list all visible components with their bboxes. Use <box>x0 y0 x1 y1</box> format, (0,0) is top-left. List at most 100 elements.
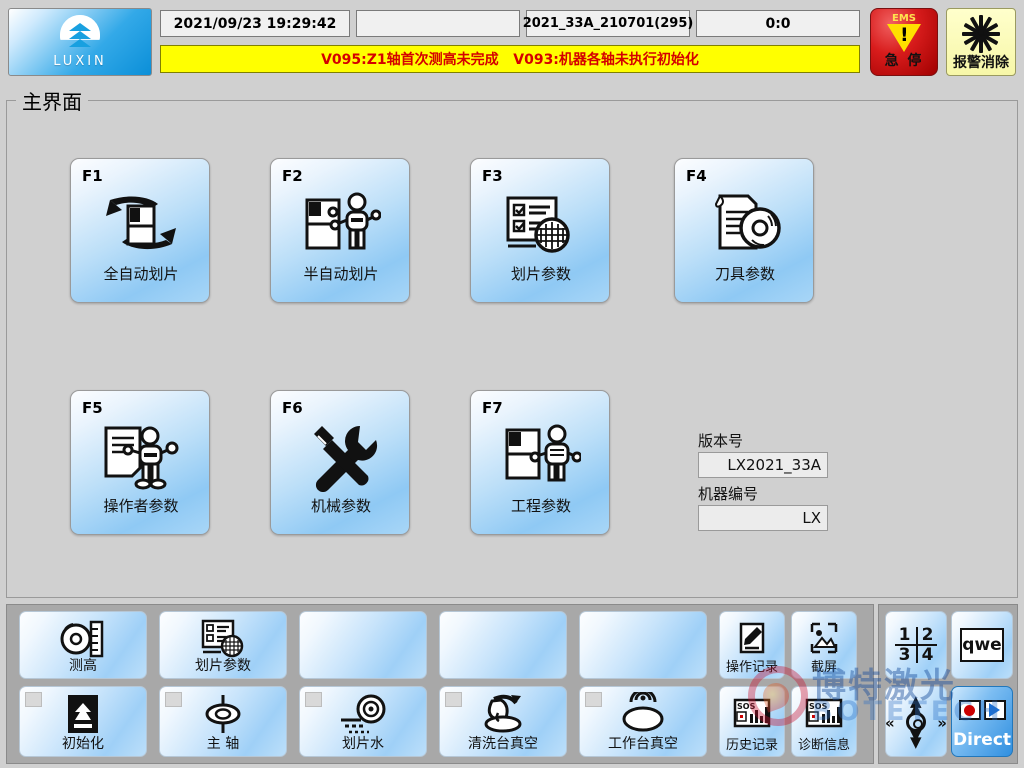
direct-record-play-icon <box>952 695 1012 725</box>
tile-f1-auto-dicing[interactable]: F1 全自动划片 <box>70 158 210 303</box>
tile-f5-operator-params[interactable]: F5 操作者参数 <box>70 390 210 535</box>
spindle-icon <box>160 691 286 737</box>
starburst-icon <box>959 12 1003 53</box>
numeric-keypad-icon: 1 2 3 4 <box>886 612 946 678</box>
wrench-screwdriver-icon <box>271 417 411 497</box>
auto-dicing-icon <box>71 185 211 265</box>
initialize-icon <box>20 691 146 737</box>
warning-triangle-icon <box>887 24 921 52</box>
tile-key: F2 <box>282 167 303 185</box>
toolbar-button-empty-2[interactable] <box>439 611 567 679</box>
tile-f7-engineering-params[interactable]: F7 工程参数 <box>470 390 610 535</box>
clean-table-vacuum-icon <box>440 691 566 737</box>
input-panel: 1 2 3 4 qwe ▲ ▲ ▼ ▼ « » Direct <box>878 604 1018 764</box>
svg-text:SOS: SOS <box>737 702 756 711</box>
alarm-message-bar: V095:Z1轴首次测高未完成 V093:机器各轴未执行初始化 <box>160 45 860 73</box>
toolbar-button-initialize[interactable]: 初始化 <box>19 686 147 757</box>
toolbar-button-history-log[interactable]: SOS 历史记录 <box>719 686 785 757</box>
tile-f4-blade-params[interactable]: F4 刀具参数 <box>674 158 814 303</box>
toolbar-button-label: 历史记录 <box>725 738 778 753</box>
direct-mode-button[interactable]: Direct <box>951 686 1013 757</box>
toolbar-button-label: 截屏 <box>810 660 837 675</box>
toolbar-button-operation-log[interactable]: 操作记录 <box>719 611 785 679</box>
keypad-key-4: 4 <box>921 645 934 665</box>
toolbar-button-clean-table-vacuum[interactable]: 清洗台真空 <box>439 686 567 757</box>
company-logo: LUXIN <box>8 8 152 76</box>
status-field-blank <box>356 10 520 37</box>
page-title: 主界面 <box>16 86 88 115</box>
hmi-screen: LUXIN 2021/09/23 19:29:42 2021_33A_21070… <box>0 0 1024 768</box>
toolbar-button-label: 划片水 <box>342 736 384 752</box>
jog-dpad-button[interactable]: ▲ ▲ ▼ ▼ « » <box>885 686 947 757</box>
alarm-clear-label: 报警消除 <box>953 55 1009 71</box>
record-icon <box>958 700 981 720</box>
tile-label: 机械参数 <box>310 497 371 515</box>
sos-chart-icon: SOS <box>720 691 784 737</box>
tile-f2-semi-auto-dicing[interactable]: F2 半自动划片 <box>270 158 410 303</box>
counter-field: 0:0 <box>696 10 860 37</box>
toolbar-button-label: 工作台真空 <box>608 736 678 752</box>
semi-auto-dicing-icon <box>271 185 411 265</box>
tile-label: 操作者参数 <box>103 497 179 515</box>
keypad-key-1: 1 <box>898 625 911 645</box>
keypad-key-3: 3 <box>898 645 911 665</box>
datetime-field: 2021/09/23 19:29:42 <box>160 10 350 37</box>
svg-text:SOS: SOS <box>809 702 828 711</box>
toolbar-button-work-table-vacuum[interactable]: 工作台真空 <box>579 686 707 757</box>
toolbar-button-empty-3[interactable] <box>579 611 707 679</box>
dicing-params-icon <box>471 185 611 265</box>
alarm-clear-button[interactable]: 报警消除 <box>946 8 1016 76</box>
version-label: 版本号 <box>698 432 744 450</box>
recipe-name-field: 2021_33A_210701(295) <box>523 10 693 37</box>
keypad-key-2: 2 <box>921 625 934 645</box>
play-icon <box>983 700 1006 720</box>
qwe-keyboard-icon: qwe <box>952 612 1012 678</box>
version-value-field: LX2021_33A <box>698 452 828 478</box>
toolbar-button-label: 测高 <box>69 658 97 674</box>
tile-label: 工程参数 <box>510 497 571 515</box>
toolbar-button-label: 主 轴 <box>206 736 240 752</box>
toolbar-button-screenshot[interactable]: 截屏 <box>791 611 857 679</box>
toolbar-button-label: 清洗台真空 <box>468 736 538 752</box>
tile-label: 半自动划片 <box>303 265 379 283</box>
ems-top-label: EMS <box>892 13 916 24</box>
emergency-stop-button[interactable]: EMS 急 停 <box>870 8 938 76</box>
toolbar-button-empty-1[interactable] <box>299 611 427 679</box>
dpad-icon: ▲ ▲ ▼ ▼ « » <box>885 691 947 751</box>
dicing-water-icon <box>300 691 426 737</box>
tile-f6-mechanical-params[interactable]: F6 机械参数 <box>270 390 410 535</box>
tile-key: F1 <box>82 167 103 185</box>
toolbar-button-spindle[interactable]: 主 轴 <box>159 686 287 757</box>
tile-label: 全自动划片 <box>103 265 179 283</box>
tile-key: F5 <box>82 399 103 417</box>
toolbar-button-dicing-water[interactable]: 划片水 <box>299 686 427 757</box>
toolbar-button-label: 操作记录 <box>725 660 778 675</box>
numeric-keypad-button[interactable]: 1 2 3 4 <box>885 611 947 679</box>
luxin-mark-icon <box>56 15 104 53</box>
qwe-label: qwe <box>960 628 1004 662</box>
header-bar: LUXIN 2021/09/23 19:29:42 2021_33A_21070… <box>0 0 1024 84</box>
tile-label: 刀具参数 <box>714 265 775 283</box>
toolbar-button-diagnostic-info[interactable]: SOS 诊断信息 <box>791 686 857 757</box>
engineer-params-icon <box>471 417 611 497</box>
machine-number-label: 机器编号 <box>698 485 759 503</box>
blade-params-icon <box>675 185 815 265</box>
qwe-keyboard-button[interactable]: qwe <box>951 611 1013 679</box>
tile-key: F7 <box>482 399 503 417</box>
toolbar-button-dicing-params[interactable]: 划片参数 <box>159 611 287 679</box>
tile-f3-dicing-params[interactable]: F3 划片参数 <box>470 158 610 303</box>
machine-number-value-field: LX <box>698 505 828 531</box>
tile-key: F6 <box>282 399 303 417</box>
toolbar-button-label: 划片参数 <box>195 658 251 674</box>
sos-chart-icon: SOS <box>792 691 856 737</box>
tile-key: F4 <box>686 167 707 185</box>
tile-key: F3 <box>482 167 503 185</box>
toolbar-button-label: 诊断信息 <box>797 738 850 753</box>
logo-text: LUXIN <box>53 54 107 69</box>
toolbar-button-label: 初始化 <box>62 736 104 752</box>
tile-label: 划片参数 <box>510 265 571 283</box>
toolbar-button-height-measure[interactable]: 测高 <box>19 611 147 679</box>
work-table-vacuum-icon <box>580 691 706 737</box>
operator-params-icon <box>71 417 211 497</box>
ems-label: 急 停 <box>884 53 924 69</box>
